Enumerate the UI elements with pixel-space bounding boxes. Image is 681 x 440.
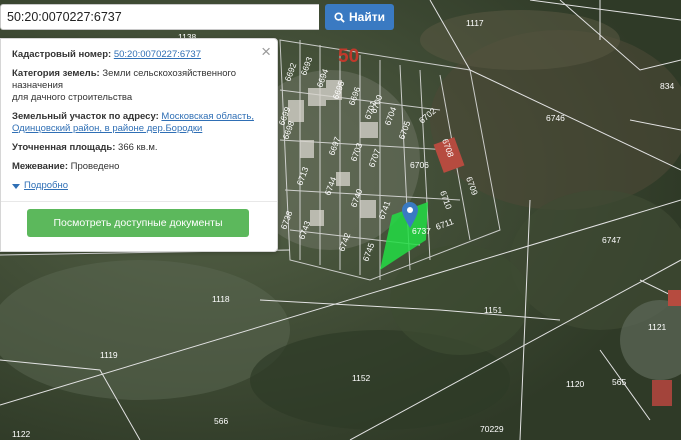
area-value: 366 кв.м.: [118, 142, 158, 153]
close-icon[interactable]: ×: [261, 43, 271, 60]
cadastral-number-row: Кадастровый номер: 50:20:0070227:6737: [12, 49, 265, 61]
survey-label: Межевание:: [12, 161, 68, 172]
search-bar: Найти: [0, 4, 394, 30]
parcel-info-card: × Кадастровый номер: 50:20:0070227:6737 …: [0, 38, 278, 252]
land-category-row: Категория земель: Земли сельскохозяйстве…: [12, 68, 265, 104]
search-input[interactable]: [0, 4, 319, 30]
search-button-label: Найти: [349, 10, 385, 24]
parcel-label: 6746: [546, 113, 565, 123]
view-documents-button[interactable]: Посмотреть доступные документы: [27, 209, 249, 237]
parcel-label: 1119: [100, 350, 118, 360]
parcel-label: 1122: [12, 429, 31, 439]
parcel-label: 70229: [480, 424, 504, 434]
area-row: Уточненная площадь: 366 кв.м.: [12, 142, 265, 154]
parcel-label: 1118: [212, 294, 230, 304]
parcel-label: 565: [612, 377, 626, 387]
parcel-label: 834: [660, 81, 674, 91]
divider: [1, 201, 277, 202]
area-label: Уточненная площадь:: [12, 142, 116, 153]
parcel-label: 1121: [648, 322, 667, 332]
search-button[interactable]: Найти: [325, 4, 394, 30]
cadastral-number-label: Кадастровый номер:: [12, 49, 112, 60]
parcel-label: 6747: [602, 235, 621, 245]
land-category-label: Категория земель:: [12, 68, 100, 79]
survey-row: Межевание: Проведено: [12, 161, 265, 173]
survey-value: Проведено: [70, 161, 120, 172]
details-label: Подробно: [24, 180, 68, 191]
search-icon: [334, 11, 345, 23]
triangle-down-icon: [12, 183, 20, 189]
parcel-label: 1117: [466, 18, 484, 28]
parcel-label: 6706: [410, 160, 429, 170]
district-label: 50: [338, 46, 359, 67]
details-toggle[interactable]: Подробно: [12, 180, 265, 192]
parcel-label: 1120: [566, 379, 585, 389]
address-row: Земельный участок по адресу: Московская …: [12, 111, 265, 135]
parcel-label: 1151: [484, 305, 503, 315]
address-label: Земельный участок по адресу:: [12, 111, 159, 122]
selected-parcel-label: 6737: [412, 226, 431, 236]
parcel-label: 1152: [352, 373, 371, 383]
cadastral-number-link[interactable]: 50:20:0070227:6737: [114, 49, 201, 60]
parcel-label: 566: [214, 416, 228, 426]
land-use-value: для дачного строительства: [12, 92, 133, 103]
